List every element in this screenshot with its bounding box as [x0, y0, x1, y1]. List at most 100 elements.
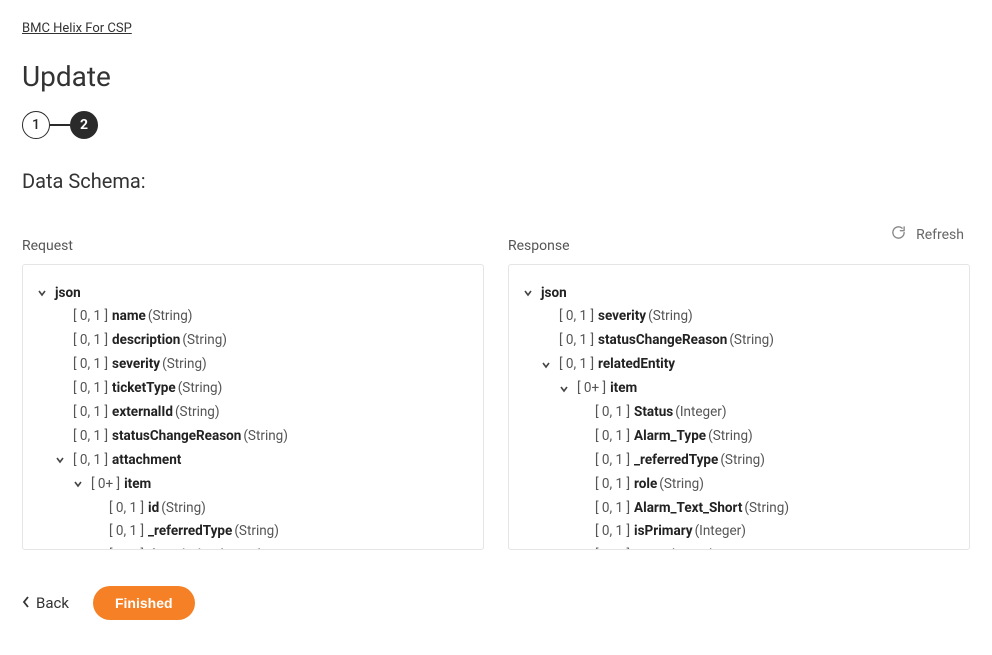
cardinality-label: [ 0+ ]: [91, 475, 120, 494]
chevron-down-icon[interactable]: [73, 479, 87, 489]
field-type: (String): [744, 499, 789, 518]
tree-node[interactable]: [ 0, 1 ] name (String): [37, 305, 469, 329]
cardinality-label: [ 0, 1 ]: [559, 307, 594, 326]
response-tree-panel[interactable]: json[ 0, 1 ] severity (String)[ 0, 1 ] s…: [508, 264, 970, 550]
cardinality-label: [ 0, 1 ]: [595, 451, 630, 470]
chevron-left-icon: [22, 594, 30, 612]
tree-node[interactable]: [ 0+ ] item: [523, 377, 955, 401]
field-name: id: [148, 499, 159, 518]
field-type: (String): [148, 307, 193, 326]
cardinality-label: [ 0, 1 ]: [559, 355, 594, 374]
tree-node[interactable]: [ 0, 1 ] attachment: [37, 448, 469, 472]
chevron-down-icon[interactable]: [55, 455, 69, 465]
cardinality-label: [ 0, 1 ]: [73, 331, 108, 350]
cardinality-label: [ 0, 1 ]: [109, 546, 144, 550]
field-name: description: [112, 331, 180, 350]
chevron-down-icon[interactable]: [523, 288, 537, 298]
tree-node[interactable]: [ 0, 1 ] id (String): [37, 496, 469, 520]
cardinality-label: [ 0, 1 ]: [73, 355, 108, 374]
finished-button[interactable]: Finished: [93, 586, 195, 620]
cardinality-label: [ 0, 1 ]: [73, 451, 108, 470]
cardinality-label: [ 0, 1 ]: [595, 403, 630, 422]
chevron-down-icon[interactable]: [559, 384, 573, 394]
field-name: _referredType: [634, 451, 718, 470]
field-type: (Integer): [675, 403, 726, 422]
back-label: Back: [36, 594, 69, 612]
page-title: Update: [22, 60, 970, 93]
field-type: (String): [720, 451, 765, 470]
tree-node[interactable]: [ 0, 1 ] relatedEntity: [523, 353, 955, 377]
request-column: Request json[ 0, 1 ] name (String)[ 0, 1…: [22, 238, 484, 550]
field-name: Alarm_Text_Short: [634, 499, 742, 518]
field-type: (Integer): [695, 522, 746, 541]
tree-node[interactable]: [ 0, 1 ] severity (String): [523, 305, 955, 329]
field-name: name: [112, 307, 146, 326]
tree-node[interactable]: json: [523, 281, 955, 305]
tree-node[interactable]: json: [37, 281, 469, 305]
tree-node[interactable]: [ 0, 1 ] statusChangeReason (String): [37, 424, 469, 448]
field-name: statusChangeReason: [112, 427, 241, 446]
wizard-step-1[interactable]: 1: [22, 111, 50, 139]
field-name: externalId: [112, 403, 173, 422]
tree-node[interactable]: [ 0, 1 ] description (String): [37, 544, 469, 550]
cardinality-label: [ 0, 1 ]: [109, 522, 144, 541]
cardinality-label: [ 0, 1 ]: [595, 427, 630, 446]
tree-node[interactable]: [ 0, 1 ] externalId (String): [37, 400, 469, 424]
field-type: (String): [729, 331, 774, 350]
tree-node[interactable]: [ 0, 1 ] description (String): [37, 329, 469, 353]
tree-node[interactable]: [ 0, 1 ] statusChangeReason (String): [523, 329, 955, 353]
tree-node[interactable]: [ 0, 1 ] name (String): [523, 544, 955, 550]
back-button[interactable]: Back: [22, 594, 69, 612]
cardinality-label: [ 0, 1 ]: [595, 522, 630, 541]
response-label: Response: [508, 238, 970, 254]
cardinality-label: [ 0, 1 ]: [73, 427, 108, 446]
field-name: statusChangeReason: [598, 331, 727, 350]
field-name: severity: [598, 307, 646, 326]
field-name: isPrimary: [634, 522, 693, 541]
field-type: (String): [659, 475, 704, 494]
field-type: (String): [243, 427, 288, 446]
tree-node[interactable]: [ 0, 1 ] ticketType (String): [37, 377, 469, 401]
cardinality-label: [ 0, 1 ]: [109, 499, 144, 518]
wizard-step-2[interactable]: 2: [70, 111, 98, 139]
field-type: (String): [218, 546, 263, 550]
field-name: json: [55, 284, 81, 303]
field-type: (String): [648, 307, 693, 326]
tree-node[interactable]: [ 0, 1 ] role (String): [523, 472, 955, 496]
tree-node[interactable]: [ 0, 1 ] Alarm_Text_Short (String): [523, 496, 955, 520]
field-name: severity: [112, 355, 160, 374]
field-type: (String): [162, 355, 207, 374]
field-name: _referredType: [148, 522, 232, 541]
cardinality-label: [ 0, 1 ]: [73, 307, 108, 326]
tree-node[interactable]: [ 0, 1 ] severity (String): [37, 353, 469, 377]
cardinality-label: [ 0, 1 ]: [595, 546, 630, 550]
tree-node[interactable]: [ 0, 1 ] Status (Integer): [523, 400, 955, 424]
tree-node[interactable]: [ 0, 1 ] _referredType (String): [37, 520, 469, 544]
response-column: Response json[ 0, 1 ] severity (String)[…: [508, 238, 970, 550]
chevron-down-icon[interactable]: [541, 360, 555, 370]
field-type: (String): [178, 379, 223, 398]
tree-node[interactable]: [ 0, 1 ] isPrimary (Integer): [523, 520, 955, 544]
field-name: name: [634, 546, 668, 550]
tree-node[interactable]: [ 0, 1 ] _referredType (String): [523, 448, 955, 472]
wizard-connector: [50, 124, 70, 126]
cardinality-label: [ 0, 1 ]: [73, 403, 108, 422]
tree-node[interactable]: [ 0+ ] item: [37, 472, 469, 496]
field-type: (String): [708, 427, 753, 446]
chevron-down-icon[interactable]: [37, 288, 51, 298]
breadcrumb-link[interactable]: BMC Helix For CSP: [22, 21, 132, 36]
cardinality-label: [ 0, 1 ]: [595, 475, 630, 494]
wizard-steps: 1 2: [22, 111, 970, 139]
field-name: attachment: [112, 451, 181, 470]
cardinality-label: [ 0+ ]: [577, 379, 606, 398]
field-name: Alarm_Type: [634, 427, 706, 446]
field-name: role: [634, 475, 657, 494]
field-type: (String): [175, 403, 220, 422]
field-type: (String): [182, 331, 227, 350]
field-name: relatedEntity: [598, 355, 675, 374]
field-name: item: [124, 475, 151, 494]
tree-node[interactable]: [ 0, 1 ] Alarm_Type (String): [523, 424, 955, 448]
request-tree-panel[interactable]: json[ 0, 1 ] name (String)[ 0, 1 ] descr…: [22, 264, 484, 550]
field-name: json: [541, 284, 567, 303]
field-type: (String): [234, 522, 279, 541]
